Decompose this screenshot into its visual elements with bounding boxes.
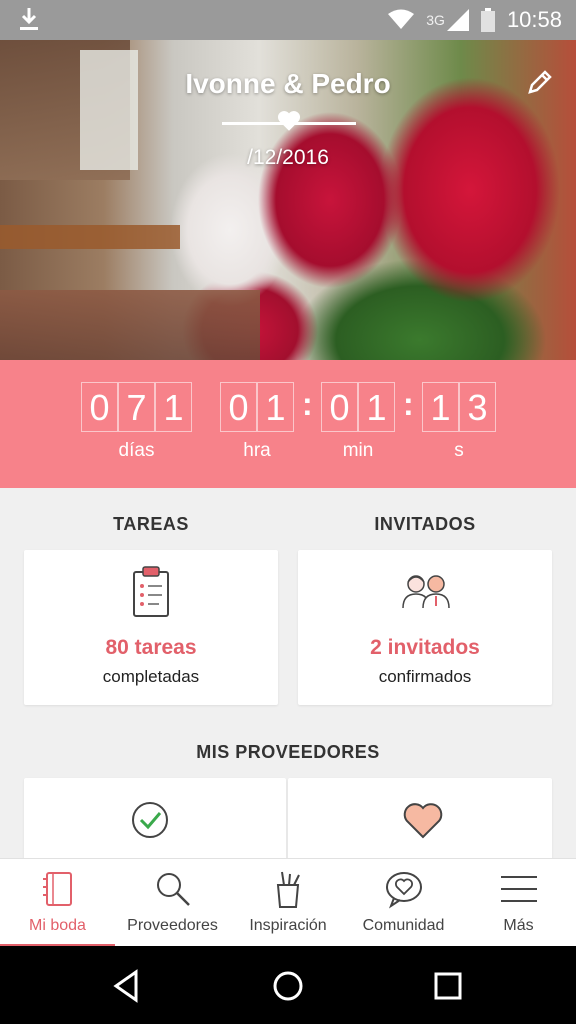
- countdown-digit: 3: [459, 382, 496, 432]
- heart-icon: [277, 111, 301, 131]
- countdown-digit: 0: [220, 382, 257, 432]
- tareas-card[interactable]: 80 tareas completadas: [24, 550, 278, 705]
- pencil-cup-icon: [276, 871, 300, 908]
- proveedores-title: MIS PROVEEDORES: [196, 742, 380, 762]
- label-hours: hra: [243, 440, 271, 461]
- wifi-icon: [388, 9, 415, 29]
- edit-pencil-icon[interactable]: [526, 68, 554, 96]
- countdown: 0 7 1 0 1 : 0 1 : 1 3 días hra min s: [0, 360, 576, 488]
- label-days: días: [118, 440, 155, 461]
- countdown-digit: 0: [81, 382, 118, 432]
- nav-comunidad[interactable]: Comunidad: [346, 859, 461, 947]
- menu-icon: [500, 876, 537, 902]
- nav-label: Más: [503, 917, 534, 934]
- label-seconds: s: [454, 440, 464, 461]
- label-minutes: min: [342, 440, 374, 461]
- check-circle-icon: [132, 802, 168, 838]
- search-icon: [156, 873, 190, 906]
- notebook-icon: [42, 872, 72, 906]
- countdown-separator: :: [403, 386, 414, 422]
- photo-table: [0, 225, 180, 249]
- nav-mas[interactable]: Más: [461, 859, 576, 947]
- countdown-seconds: 1 3: [422, 382, 496, 432]
- download-icon: [20, 8, 38, 30]
- tareas-title: TAREAS: [113, 514, 189, 534]
- nav-inspiracion[interactable]: Inspiración: [230, 859, 346, 947]
- couple-names: Ivonne & Pedro: [185, 68, 391, 99]
- countdown-digit: 7: [118, 382, 155, 432]
- countdown-separator: :: [302, 386, 313, 422]
- invitados-card[interactable]: 2 invitados confirmados: [298, 550, 552, 705]
- countdown-days: 0 7 1: [81, 382, 192, 432]
- heart-outline-icon: [403, 803, 443, 839]
- tareas-count: 80 tareas: [105, 636, 197, 659]
- nav-proveedores[interactable]: Proveedores: [115, 859, 230, 947]
- nav-mi-boda[interactable]: Mi boda: [0, 859, 115, 947]
- clipboard-icon: [133, 566, 169, 617]
- nav-label: Proveedores: [127, 917, 218, 934]
- status-bar: 3G 10:58: [0, 0, 576, 40]
- guests-icon: [402, 575, 450, 608]
- countdown-digit: 1: [422, 382, 459, 432]
- network-type: 3G: [426, 12, 445, 28]
- chat-heart-icon: [385, 872, 422, 909]
- proveedores-contratados-card[interactable]: [24, 778, 286, 868]
- photo-floor: [0, 290, 260, 360]
- tareas-sub: completadas: [102, 667, 200, 686]
- invitados-title: INVITADOS: [374, 514, 476, 534]
- battery-icon: [480, 8, 495, 32]
- countdown-digit: 1: [358, 382, 395, 432]
- nav-label: Comunidad: [362, 917, 445, 934]
- system-nav-bar: [0, 946, 576, 1024]
- countdown-minutes: 0 1: [321, 382, 395, 432]
- wedding-date: /12/2016: [247, 146, 329, 169]
- proveedores-favoritos-card[interactable]: [288, 778, 552, 868]
- invitados-sub: confirmados: [378, 667, 472, 686]
- countdown-digit: 1: [155, 382, 192, 432]
- clock: 10:58: [506, 7, 562, 32]
- back-icon[interactable]: [110, 968, 146, 1004]
- bottom-nav: Mi boda Proveedores Inspiración Comunida…: [0, 858, 576, 947]
- nav-label: Inspiración: [249, 917, 327, 934]
- invitados-count: 2 invitados: [370, 636, 480, 659]
- recents-icon[interactable]: [430, 968, 466, 1004]
- countdown-hours: 0 1: [220, 382, 294, 432]
- nav-label: Mi boda: [29, 917, 86, 934]
- signal-icon: [446, 9, 469, 31]
- countdown-digit: 1: [257, 382, 294, 432]
- home-icon[interactable]: [270, 968, 306, 1004]
- countdown-digit: 0: [321, 382, 358, 432]
- hero-photo: Ivonne & Pedro /12/2016: [0, 40, 576, 360]
